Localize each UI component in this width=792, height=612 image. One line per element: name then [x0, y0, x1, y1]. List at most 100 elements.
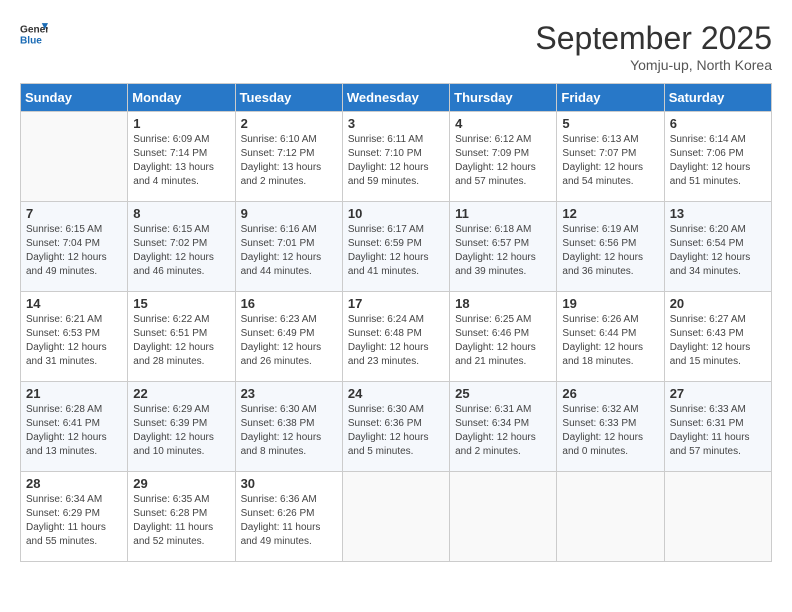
calendar-cell: 28 Sunrise: 6:34 AMSunset: 6:29 PMDayligh… [21, 472, 128, 562]
calendar-cell: 19 Sunrise: 6:26 AMSunset: 6:44 PMDayligh… [557, 292, 664, 382]
day-info: Sunrise: 6:09 AMSunset: 7:14 PMDaylight:… [133, 133, 229, 189]
calendar-cell: 10 Sunrise: 6:17 AMSunset: 6:59 PMDayligh… [342, 202, 449, 292]
calendar-cell: 11Sunrise: 6:18 AMSunset: 6:57 PMDayligh… [450, 202, 557, 292]
calendar-cell [450, 472, 557, 562]
logo: General Blue [20, 20, 48, 48]
day-info: Sunrise: 6:15 AMSunset: 7:02 PMDaylight:… [133, 223, 229, 279]
calendar-cell: 16 Sunrise: 6:23 AMSunset: 6:49 PMDayligh… [235, 292, 342, 382]
day-number: 6 [670, 116, 766, 131]
calendar-cell: 21 Sunrise: 6:28 AMSunset: 6:41 PMDayligh… [21, 382, 128, 472]
day-number: 18 [455, 296, 551, 311]
day-info: Sunrise: 6:11 AMSunset: 7:10 PMDaylight:… [348, 133, 444, 189]
day-info: Sunrise: 6:33 AMSunset: 6:31 PMDaylight:… [670, 403, 766, 459]
calendar-cell: 8 Sunrise: 6:15 AMSunset: 7:02 PMDaylight… [128, 202, 235, 292]
page-header: General Blue September 2025 Yomju-up, No… [20, 20, 772, 73]
day-info: Sunrise: 6:21 AMSunset: 6:53 PMDaylight:… [26, 313, 122, 369]
weekday-header-thursday: Thursday [450, 84, 557, 112]
day-number: 13 [670, 206, 766, 221]
calendar-cell [664, 472, 771, 562]
day-info: Sunrise: 6:30 AMSunset: 6:36 PMDaylight:… [348, 403, 444, 459]
weekday-header-friday: Friday [557, 84, 664, 112]
day-number: 1 [133, 116, 229, 131]
day-number: 15 [133, 296, 229, 311]
day-number: 5 [562, 116, 658, 131]
day-info: Sunrise: 6:35 AMSunset: 6:28 PMDaylight:… [133, 493, 229, 549]
day-info: Sunrise: 6:31 AMSunset: 6:34 PMDaylight:… [455, 403, 551, 459]
calendar-cell: 4 Sunrise: 6:12 AMSunset: 7:09 PMDaylight… [450, 112, 557, 202]
calendar-week-row: 28 Sunrise: 6:34 AMSunset: 6:29 PMDayligh… [21, 472, 772, 562]
calendar-cell: 9 Sunrise: 6:16 AMSunset: 7:01 PMDaylight… [235, 202, 342, 292]
day-info: Sunrise: 6:28 AMSunset: 6:41 PMDaylight:… [26, 403, 122, 459]
calendar-cell: 17 Sunrise: 6:24 AMSunset: 6:48 PMDayligh… [342, 292, 449, 382]
day-number: 7 [26, 206, 122, 221]
day-info: Sunrise: 6:25 AMSunset: 6:46 PMDaylight:… [455, 313, 551, 369]
calendar-cell: 25 Sunrise: 6:31 AMSunset: 6:34 PMDayligh… [450, 382, 557, 472]
day-number: 24 [348, 386, 444, 401]
calendar-cell: 15 Sunrise: 6:22 AMSunset: 6:51 PMDayligh… [128, 292, 235, 382]
day-number: 11 [455, 206, 551, 221]
day-info: Sunrise: 6:30 AMSunset: 6:38 PMDaylight:… [241, 403, 337, 459]
day-info: Sunrise: 6:26 AMSunset: 6:44 PMDaylight:… [562, 313, 658, 369]
weekday-header-row: SundayMondayTuesdayWednesdayThursdayFrid… [21, 84, 772, 112]
calendar-cell [342, 472, 449, 562]
day-number: 28 [26, 476, 122, 491]
day-number: 10 [348, 206, 444, 221]
day-number: 3 [348, 116, 444, 131]
day-info: Sunrise: 6:19 AMSunset: 6:56 PMDaylight:… [562, 223, 658, 279]
calendar-cell: 1 Sunrise: 6:09 AMSunset: 7:14 PMDaylight… [128, 112, 235, 202]
calendar-cell: 12 Sunrise: 6:19 AMSunset: 6:56 PMDayligh… [557, 202, 664, 292]
day-info: Sunrise: 6:23 AMSunset: 6:49 PMDaylight:… [241, 313, 337, 369]
calendar-cell: 20 Sunrise: 6:27 AMSunset: 6:43 PMDayligh… [664, 292, 771, 382]
calendar-cell: 18 Sunrise: 6:25 AMSunset: 6:46 PMDayligh… [450, 292, 557, 382]
calendar-cell: 3 Sunrise: 6:11 AMSunset: 7:10 PMDaylight… [342, 112, 449, 202]
day-number: 29 [133, 476, 229, 491]
calendar-cell: 14 Sunrise: 6:21 AMSunset: 6:53 PMDayligh… [21, 292, 128, 382]
calendar-cell: 22 Sunrise: 6:29 AMSunset: 6:39 PMDayligh… [128, 382, 235, 472]
calendar-cell: 26Sunrise: 6:32 AMSunset: 6:33 PMDayligh… [557, 382, 664, 472]
day-info: Sunrise: 6:17 AMSunset: 6:59 PMDaylight:… [348, 223, 444, 279]
day-info: Sunrise: 6:27 AMSunset: 6:43 PMDaylight:… [670, 313, 766, 369]
day-info: Sunrise: 6:24 AMSunset: 6:48 PMDaylight:… [348, 313, 444, 369]
calendar-week-row: 1 Sunrise: 6:09 AMSunset: 7:14 PMDaylight… [21, 112, 772, 202]
day-number: 4 [455, 116, 551, 131]
calendar-cell [21, 112, 128, 202]
day-info: Sunrise: 6:13 AMSunset: 7:07 PMDaylight:… [562, 133, 658, 189]
calendar-table: SundayMondayTuesdayWednesdayThursdayFrid… [20, 83, 772, 562]
day-number: 26 [562, 386, 658, 401]
calendar-week-row: 21 Sunrise: 6:28 AMSunset: 6:41 PMDayligh… [21, 382, 772, 472]
day-info: Sunrise: 6:12 AMSunset: 7:09 PMDaylight:… [455, 133, 551, 189]
day-info: Sunrise: 6:29 AMSunset: 6:39 PMDaylight:… [133, 403, 229, 459]
day-info: Sunrise: 6:36 AMSunset: 6:26 PMDaylight:… [241, 493, 337, 549]
calendar-cell: 30Sunrise: 6:36 AMSunset: 6:26 PMDayligh… [235, 472, 342, 562]
day-number: 20 [670, 296, 766, 311]
day-number: 8 [133, 206, 229, 221]
weekday-header-wednesday: Wednesday [342, 84, 449, 112]
month-title: September 2025 [535, 20, 772, 57]
day-number: 25 [455, 386, 551, 401]
calendar-cell: 27 Sunrise: 6:33 AMSunset: 6:31 PMDayligh… [664, 382, 771, 472]
day-number: 19 [562, 296, 658, 311]
day-info: Sunrise: 6:14 AMSunset: 7:06 PMDaylight:… [670, 133, 766, 189]
day-number: 2 [241, 116, 337, 131]
calendar-cell: 5 Sunrise: 6:13 AMSunset: 7:07 PMDaylight… [557, 112, 664, 202]
day-number: 23 [241, 386, 337, 401]
weekday-header-sunday: Sunday [21, 84, 128, 112]
calendar-cell [557, 472, 664, 562]
calendar-week-row: 7Sunrise: 6:15 AMSunset: 7:04 PMDaylight… [21, 202, 772, 292]
day-info: Sunrise: 6:22 AMSunset: 6:51 PMDaylight:… [133, 313, 229, 369]
day-number: 9 [241, 206, 337, 221]
day-number: 14 [26, 296, 122, 311]
weekday-header-tuesday: Tuesday [235, 84, 342, 112]
weekday-header-monday: Monday [128, 84, 235, 112]
day-number: 21 [26, 386, 122, 401]
day-number: 27 [670, 386, 766, 401]
day-number: 16 [241, 296, 337, 311]
day-info: Sunrise: 6:34 AMSunset: 6:29 PMDaylight:… [26, 493, 122, 549]
svg-text:Blue: Blue [20, 35, 42, 46]
calendar-cell: 13Sunrise: 6:20 AMSunset: 6:54 PMDayligh… [664, 202, 771, 292]
calendar-cell: 23 Sunrise: 6:30 AMSunset: 6:38 PMDayligh… [235, 382, 342, 472]
day-number: 22 [133, 386, 229, 401]
day-number: 12 [562, 206, 658, 221]
day-number: 17 [348, 296, 444, 311]
day-info: Sunrise: 6:16 AMSunset: 7:01 PMDaylight:… [241, 223, 337, 279]
